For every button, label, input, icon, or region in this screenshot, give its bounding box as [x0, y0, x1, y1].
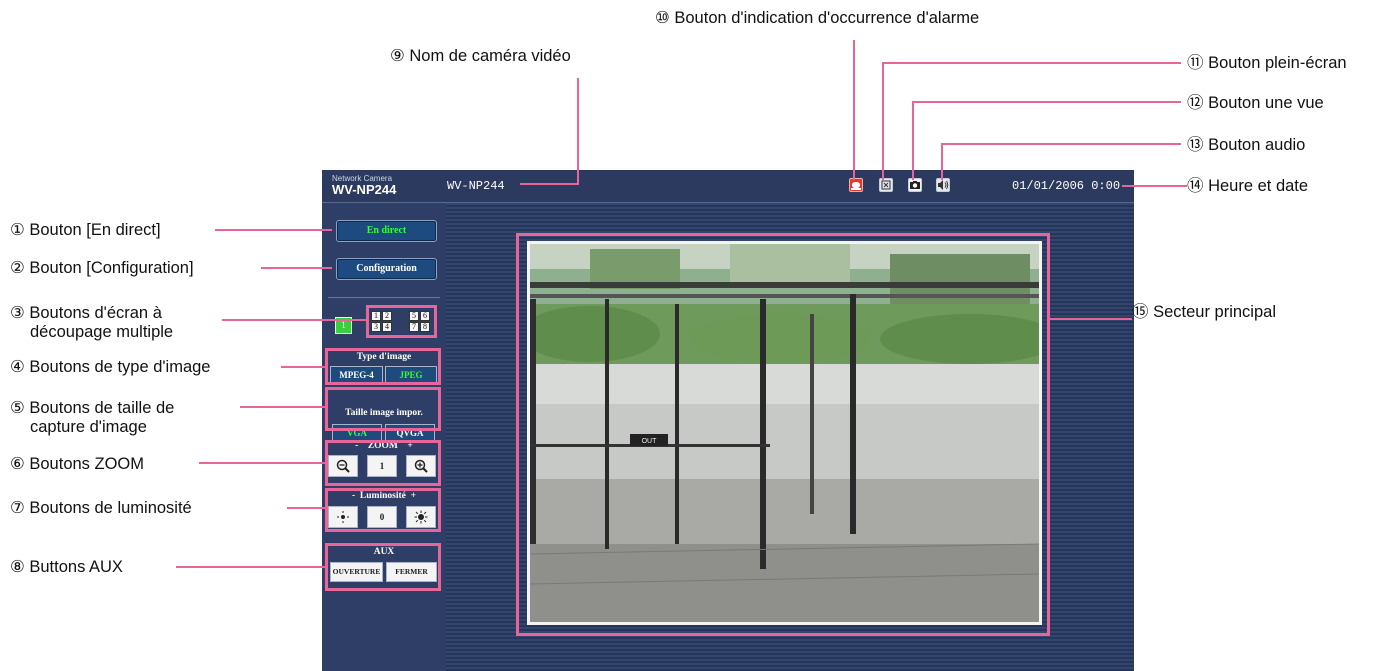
camera-name: WV-NP244: [447, 179, 505, 193]
leader-line: [215, 229, 332, 231]
leader-line: [520, 183, 579, 185]
highlight-brightness: [325, 488, 441, 532]
leader-line: [882, 62, 1181, 64]
highlight-zoom: [325, 440, 441, 486]
callout-one-shot: ⑫ Bouton une vue: [1187, 94, 1324, 112]
highlight-image-type: [325, 348, 441, 385]
callout-live-button: ① Bouton [En direct]: [10, 221, 161, 239]
callout-audio: ⑬ Bouton audio: [1187, 136, 1306, 154]
alarm-indicator-button[interactable]: [849, 178, 863, 192]
leader-line: [912, 101, 1181, 103]
callout-image-type: ④ Boutons de type d'image: [10, 358, 211, 376]
callout-capture-size-2: capture d'image: [30, 418, 147, 436]
highlight-main-area: [516, 233, 1050, 636]
fullscreen-button[interactable]: [879, 178, 893, 192]
leader-line: [941, 143, 1181, 145]
callout-alarm: ⑩ Bouton d'indication d'occurrence d'ala…: [655, 9, 980, 27]
fullscreen-icon: [881, 180, 891, 190]
sidebar: En direct Configuration 1 1 2 3 4 5 6 7 …: [322, 203, 446, 671]
highlight-aux: [325, 543, 441, 591]
leader-line: [912, 101, 914, 180]
callout-zoom: ⑥ Boutons ZOOM: [10, 455, 144, 473]
leader-line: [281, 366, 327, 368]
brand-model: WV-NP244: [332, 182, 397, 197]
alarm-icon: [851, 182, 861, 190]
callout-multiscreen-2: découpage multiple: [30, 323, 174, 341]
date-time: 01/01/2006 0:00: [1012, 179, 1121, 193]
callout-brightness: ⑦ Boutons de luminosité: [10, 499, 192, 517]
leader-line: [853, 40, 855, 180]
one-shot-button[interactable]: [908, 178, 922, 192]
leader-line: [1050, 318, 1132, 320]
setup-button[interactable]: Configuration: [336, 258, 437, 280]
leader-line: [176, 566, 327, 568]
callout-multiscreen-1: ③ Boutons d'écran à: [10, 304, 162, 322]
audio-button[interactable]: [936, 178, 950, 192]
callout-camera-name: ⑨ Nom de caméra vidéo: [390, 47, 571, 65]
highlight-multiscreen: [366, 305, 437, 338]
leader-line: [941, 143, 943, 180]
leader-line: [882, 62, 884, 180]
leader-line: [222, 319, 368, 321]
callout-aux: ⑧ Buttons AUX: [10, 558, 123, 576]
live-button[interactable]: En direct: [336, 220, 437, 242]
highlight-capture-size: [325, 387, 441, 431]
divider: [328, 297, 440, 298]
callout-setup-button: ② Bouton [Configuration]: [10, 259, 194, 277]
leader-line: [1122, 185, 1187, 187]
callout-capture-size-1: ⑤ Boutons de taille de: [10, 399, 175, 417]
audio-icon: [938, 180, 949, 190]
leader-line: [240, 406, 327, 408]
callout-fullscreen: ⑪ Bouton plein-écran: [1187, 54, 1347, 72]
leader-line: [287, 507, 327, 509]
leader-line: [199, 462, 327, 464]
leader-line: [577, 78, 579, 185]
snapshot-icon: [910, 181, 920, 189]
top-bar: Network Camera WV-NP244 WV-NP244 01/01/2…: [322, 170, 1134, 203]
leader-line: [261, 267, 332, 269]
callout-main-area: ⑮ Secteur principal: [1132, 303, 1276, 321]
callout-datetime: ⑭ Heure et date: [1187, 177, 1309, 195]
